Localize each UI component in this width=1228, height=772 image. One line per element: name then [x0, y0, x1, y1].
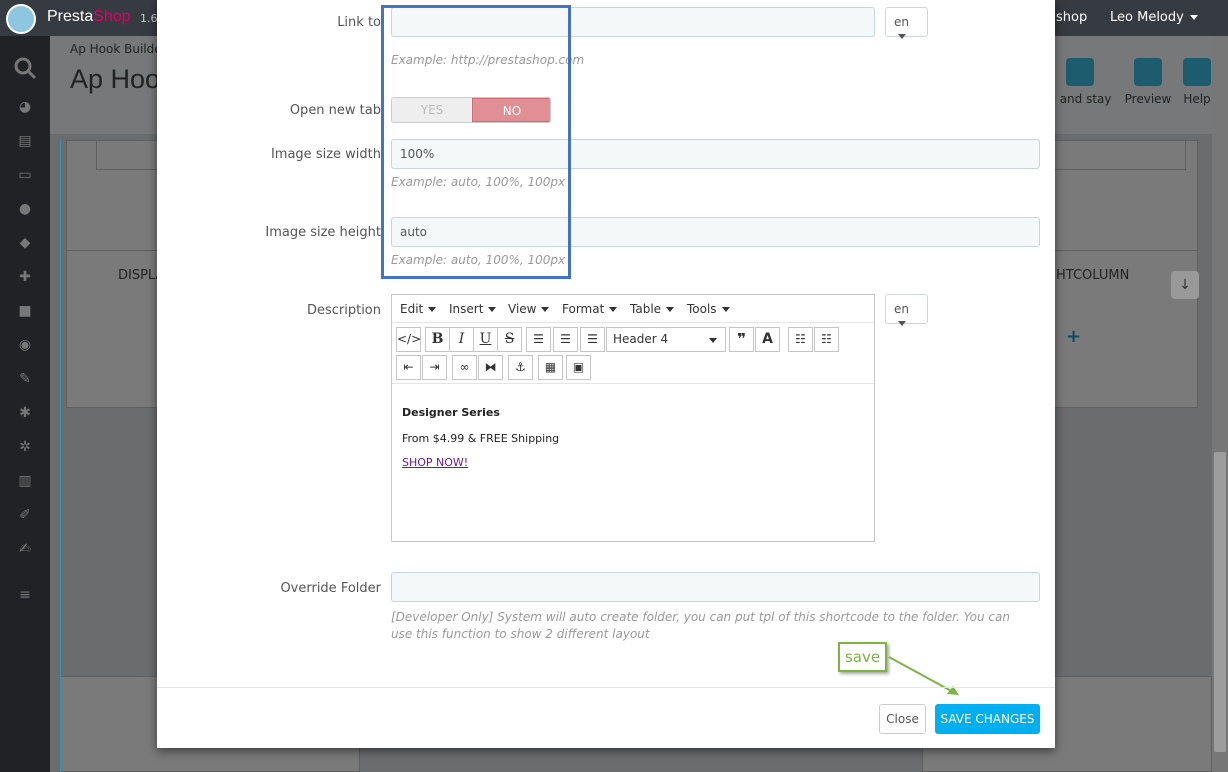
editor-menubar: Edit Insert View Format Table Tools [392, 295, 874, 323]
customers-icon[interactable]: ● [17, 202, 33, 216]
bold-icon[interactable]: B [425, 327, 450, 352]
download-icon[interactable]: ↓ [1171, 271, 1199, 299]
localization-icon[interactable]: ◉ [17, 338, 33, 352]
menu-edit[interactable]: Edit [400, 302, 436, 316]
text-color-icon[interactable]: A [755, 327, 780, 352]
close-button[interactable]: Close [879, 704, 926, 734]
source-code-icon[interactable]: </> [396, 327, 421, 352]
add-icon[interactable]: + [1066, 326, 1081, 347]
dashboard-icon[interactable]: ◕ [17, 100, 33, 114]
media-icon[interactable]: ▦ [538, 355, 563, 380]
user-menu[interactable]: Leo Melody [1110, 10, 1198, 25]
annotation-highlight-box [381, 5, 571, 279]
menu-tools[interactable]: Tools [687, 302, 730, 316]
search-icon[interactable] [13, 56, 37, 80]
image-width-label: Image size width [270, 147, 381, 162]
editor-content-area[interactable]: Designer Series From $4.99 & FREE Shippi… [392, 383, 874, 541]
breadcrumb[interactable]: Ap Hook Builde [70, 42, 162, 56]
shipping-icon[interactable]: ■ [17, 304, 33, 318]
menu-icon[interactable]: ≡ [17, 588, 33, 602]
save-icon [1066, 58, 1094, 86]
modules-icon[interactable]: ✚ [17, 270, 33, 284]
page-title: Ap Hoo [70, 64, 161, 94]
override-folder-hint: [Developer Only] System will auto create… [391, 610, 1010, 641]
brand-name: PrestaShop [47, 8, 131, 25]
eye-icon [1134, 58, 1162, 86]
shop-link[interactable]: shop [1056, 10, 1087, 25]
catalog-icon[interactable]: ▤ [17, 134, 33, 148]
shop-now-link[interactable]: SHOP NOW! [402, 456, 468, 469]
blockquote-icon[interactable]: ❞ [729, 327, 754, 352]
help-icon [1183, 58, 1211, 86]
link-to-lang-dropdown[interactable]: en [885, 7, 928, 37]
sidebar: ◕ ▤ ▭ ● ◆ ✚ ■ ◉ ✎ ✱ ✲ ▥ ✐ ✍ ≡ [0, 36, 50, 772]
underline-icon[interactable]: U [473, 327, 498, 352]
menu-table[interactable]: Table [630, 302, 674, 316]
italic-icon[interactable]: I [449, 327, 474, 352]
override-folder-input[interactable] [391, 572, 1040, 602]
help-button[interactable]: Help [1182, 58, 1212, 106]
link-icon[interactable]: ∞ [452, 355, 477, 380]
advanced-icon[interactable]: ✱ [17, 406, 33, 420]
orders-icon[interactable]: ▭ [17, 168, 33, 182]
content-line: From $4.99 & FREE Shipping [402, 432, 560, 445]
outdent-icon[interactable]: ⇤ [396, 355, 421, 380]
modal-footer: Close SAVE CHANGES [157, 687, 1055, 748]
align-left-icon[interactable]: ☰ [526, 327, 551, 352]
menu-view[interactable]: View [508, 302, 549, 316]
content-heading: Designer Series [402, 406, 500, 419]
align-center-icon[interactable]: ☰ [553, 327, 578, 352]
note-icon[interactable]: ✍ [17, 542, 33, 556]
unlink-icon[interactable]: ⧓ [478, 355, 503, 380]
menu-insert[interactable]: Insert [449, 302, 496, 316]
tags-icon[interactable]: ◆ [17, 236, 33, 250]
preferences-icon[interactable]: ✎ [17, 372, 33, 386]
indent-icon[interactable]: ⇥ [422, 355, 447, 380]
bullet-list-icon[interactable]: ☷ [788, 327, 813, 352]
divider-line [60, 140, 61, 772]
description-editor: Edit Insert View Format Table Tools </> … [391, 294, 875, 542]
preview-button[interactable]: Preview [1122, 58, 1174, 106]
strikethrough-icon[interactable]: S [497, 327, 522, 352]
bg-hook-right-label: HTCOLUMN [1056, 268, 1130, 283]
prestashop-logo-icon[interactable] [6, 4, 36, 34]
description-lang-dropdown[interactable]: en [885, 294, 928, 324]
save-changes-button[interactable]: SAVE CHANGES [935, 704, 1040, 734]
anchor-icon[interactable]: ⚓ [508, 355, 533, 380]
align-right-icon[interactable]: ☰ [580, 327, 605, 352]
shortcode-modal: Link to en Example: http://prestashop.co… [157, 0, 1055, 748]
open-new-tab-label: Open new tab [289, 103, 381, 118]
save-callout: save [838, 642, 887, 672]
stats-icon[interactable]: ▥ [17, 474, 33, 488]
override-folder-label: Override Folder [280, 581, 381, 596]
edit-icon[interactable]: ✐ [17, 508, 33, 522]
block-format-select[interactable]: Header 4 [606, 327, 726, 352]
scrollbar-thumb[interactable] [1214, 452, 1226, 752]
image-icon[interactable]: ▣ [566, 355, 591, 380]
administration-icon[interactable]: ✲ [17, 440, 33, 454]
link-to-label: Link to [337, 15, 381, 30]
menu-format[interactable]: Format [562, 302, 617, 316]
numbered-list-icon[interactable]: ☷ [814, 327, 839, 352]
description-label: Description [306, 303, 381, 318]
image-height-label: Image size height [265, 225, 381, 240]
